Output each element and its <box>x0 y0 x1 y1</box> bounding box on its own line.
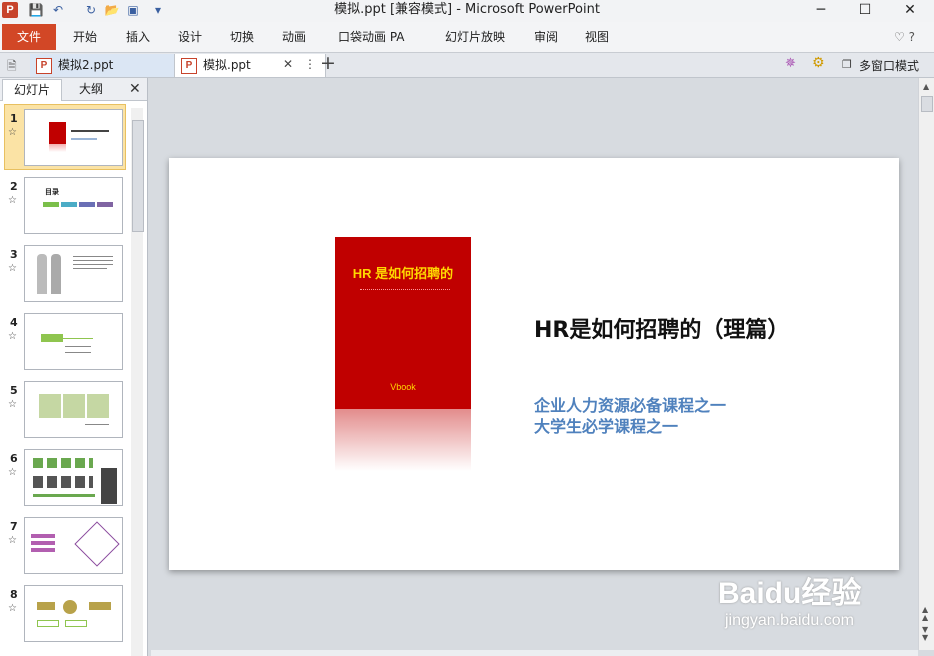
tab-slideshow[interactable]: 幻灯片放映 <box>445 24 505 50</box>
slide-number: 5 <box>10 384 18 397</box>
star-icon: ☆ <box>8 331 17 342</box>
tab-transitions[interactable]: 切换 <box>230 24 254 50</box>
tab-view[interactable]: 视图 <box>585 24 609 50</box>
redo-icon[interactable]: ↻ <box>83 2 99 18</box>
thumb-title: 目录 <box>45 188 59 196</box>
slide-number: 1 <box>10 112 18 125</box>
tab-outline[interactable]: 大纲 <box>62 79 120 100</box>
tab-pocket-animation[interactable]: 口袋动画 PA <box>338 24 405 50</box>
slide-thumbnail-7[interactable] <box>24 517 123 574</box>
next-slide-icon[interactable]: ▼ ▼ <box>922 626 928 642</box>
tab-insert[interactable]: 插入 <box>126 24 150 50</box>
star-icon: ☆ <box>8 535 17 546</box>
add-tab-button[interactable]: + <box>320 52 336 74</box>
customize-toolbar-icon[interactable]: ▾ <box>150 2 166 18</box>
doc-tab-mock2[interactable]: P 模拟2.ppt <box>30 54 179 77</box>
slide-thumbnail-3[interactable] <box>24 245 123 302</box>
baidu-watermark-logo: Baidu经验 <box>718 577 862 610</box>
close-tab-icon[interactable]: ✕ <box>283 57 293 71</box>
baidu-watermark-url: jingyan.baidu.com <box>725 612 854 629</box>
ppt-file-icon: P <box>181 57 197 74</box>
more-icon[interactable]: ⋮ <box>304 57 316 71</box>
star-icon: ☆ <box>8 603 17 614</box>
slide-thumbnail-6[interactable] <box>24 449 123 506</box>
book-dotted-line <box>360 289 450 291</box>
prev-slide-icon[interactable]: ▲ ▲ <box>922 606 928 622</box>
book-cover-title: HR 是如何招聘的 <box>352 266 454 281</box>
slide-title[interactable]: HR是如何招聘的（理篇） <box>534 312 789 344</box>
panel-scrollbar[interactable] <box>131 108 144 656</box>
close-panel-icon[interactable]: ✕ <box>129 81 141 97</box>
tab-file[interactable]: 文件 <box>2 24 56 50</box>
book-brand: Vbook <box>390 382 416 392</box>
slide-number: 2 <box>10 180 18 193</box>
slide-thumbnail-2[interactable]: 目录 <box>24 177 123 234</box>
doc-tab-label: 模拟.ppt <box>203 58 251 72</box>
tab-animations[interactable]: 动画 <box>282 24 306 50</box>
ppt-file-icon: P <box>36 57 52 74</box>
scroll-up-icon[interactable]: ▲ <box>923 82 929 91</box>
tab-slides[interactable]: 幻灯片 <box>2 79 62 101</box>
slide-subtitle-2[interactable]: 大学生必学课程之一 <box>534 413 678 437</box>
close-button[interactable]: ✕ <box>888 0 932 22</box>
star-icon: ☆ <box>8 127 17 138</box>
minimize-button[interactable]: ─ <box>799 0 843 22</box>
settings-gear-icon[interactable]: ⚙ <box>812 55 825 71</box>
main-scrollbar[interactable]: ▲ ▲ ▲ ▼ ▼ <box>918 78 934 650</box>
help-icon[interactable]: ♡ ? <box>894 24 915 50</box>
star-icon: ☆ <box>8 467 17 478</box>
quick-access-icon[interactable]: ▣ <box>125 2 141 18</box>
new-doc-icon[interactable]: 🗎 <box>7 57 17 78</box>
save-icon[interactable]: 💾 <box>28 2 44 18</box>
book-reflection <box>335 409 471 471</box>
tab-review[interactable]: 审阅 <box>534 24 558 50</box>
magic-icon[interactable]: ✵ <box>785 56 796 71</box>
slide-thumbnail-4[interactable] <box>24 313 123 370</box>
open-folder-icon[interactable]: 📂 <box>104 2 120 18</box>
slide-thumbnail-5[interactable] <box>24 381 123 438</box>
bottom-edge <box>151 650 918 656</box>
maximize-button[interactable]: ☐ <box>843 0 887 22</box>
slide-thumbnail-8[interactable] <box>24 585 123 642</box>
star-icon: ☆ <box>8 195 17 206</box>
multi-window-button[interactable]: 多窗口模式 <box>859 57 919 74</box>
slide-number: 3 <box>10 248 18 261</box>
slide-number: 8 <box>10 588 18 601</box>
slide-number: 6 <box>10 452 18 465</box>
star-icon: ☆ <box>8 263 17 274</box>
slide-number: 4 <box>10 316 18 329</box>
undo-icon[interactable]: ↶ <box>50 2 66 18</box>
slide-thumbnail-1[interactable] <box>24 109 123 166</box>
doc-tab-label: 模拟2.ppt <box>58 58 114 72</box>
slide-canvas[interactable] <box>169 158 899 570</box>
slide-number: 7 <box>10 520 18 533</box>
star-icon: ☆ <box>8 399 17 410</box>
powerpoint-app-icon[interactable]: P <box>2 2 18 18</box>
tab-home[interactable]: 开始 <box>73 24 97 50</box>
scroll-thumb[interactable] <box>921 96 933 112</box>
multi-window-icon: ❐ <box>842 58 852 71</box>
tab-design[interactable]: 设计 <box>178 24 202 50</box>
